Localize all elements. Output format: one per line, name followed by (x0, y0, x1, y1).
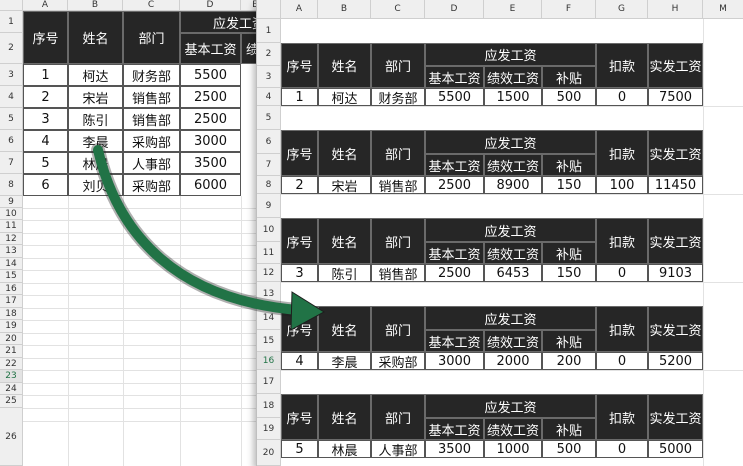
curved-arrow-icon (91, 143, 325, 331)
